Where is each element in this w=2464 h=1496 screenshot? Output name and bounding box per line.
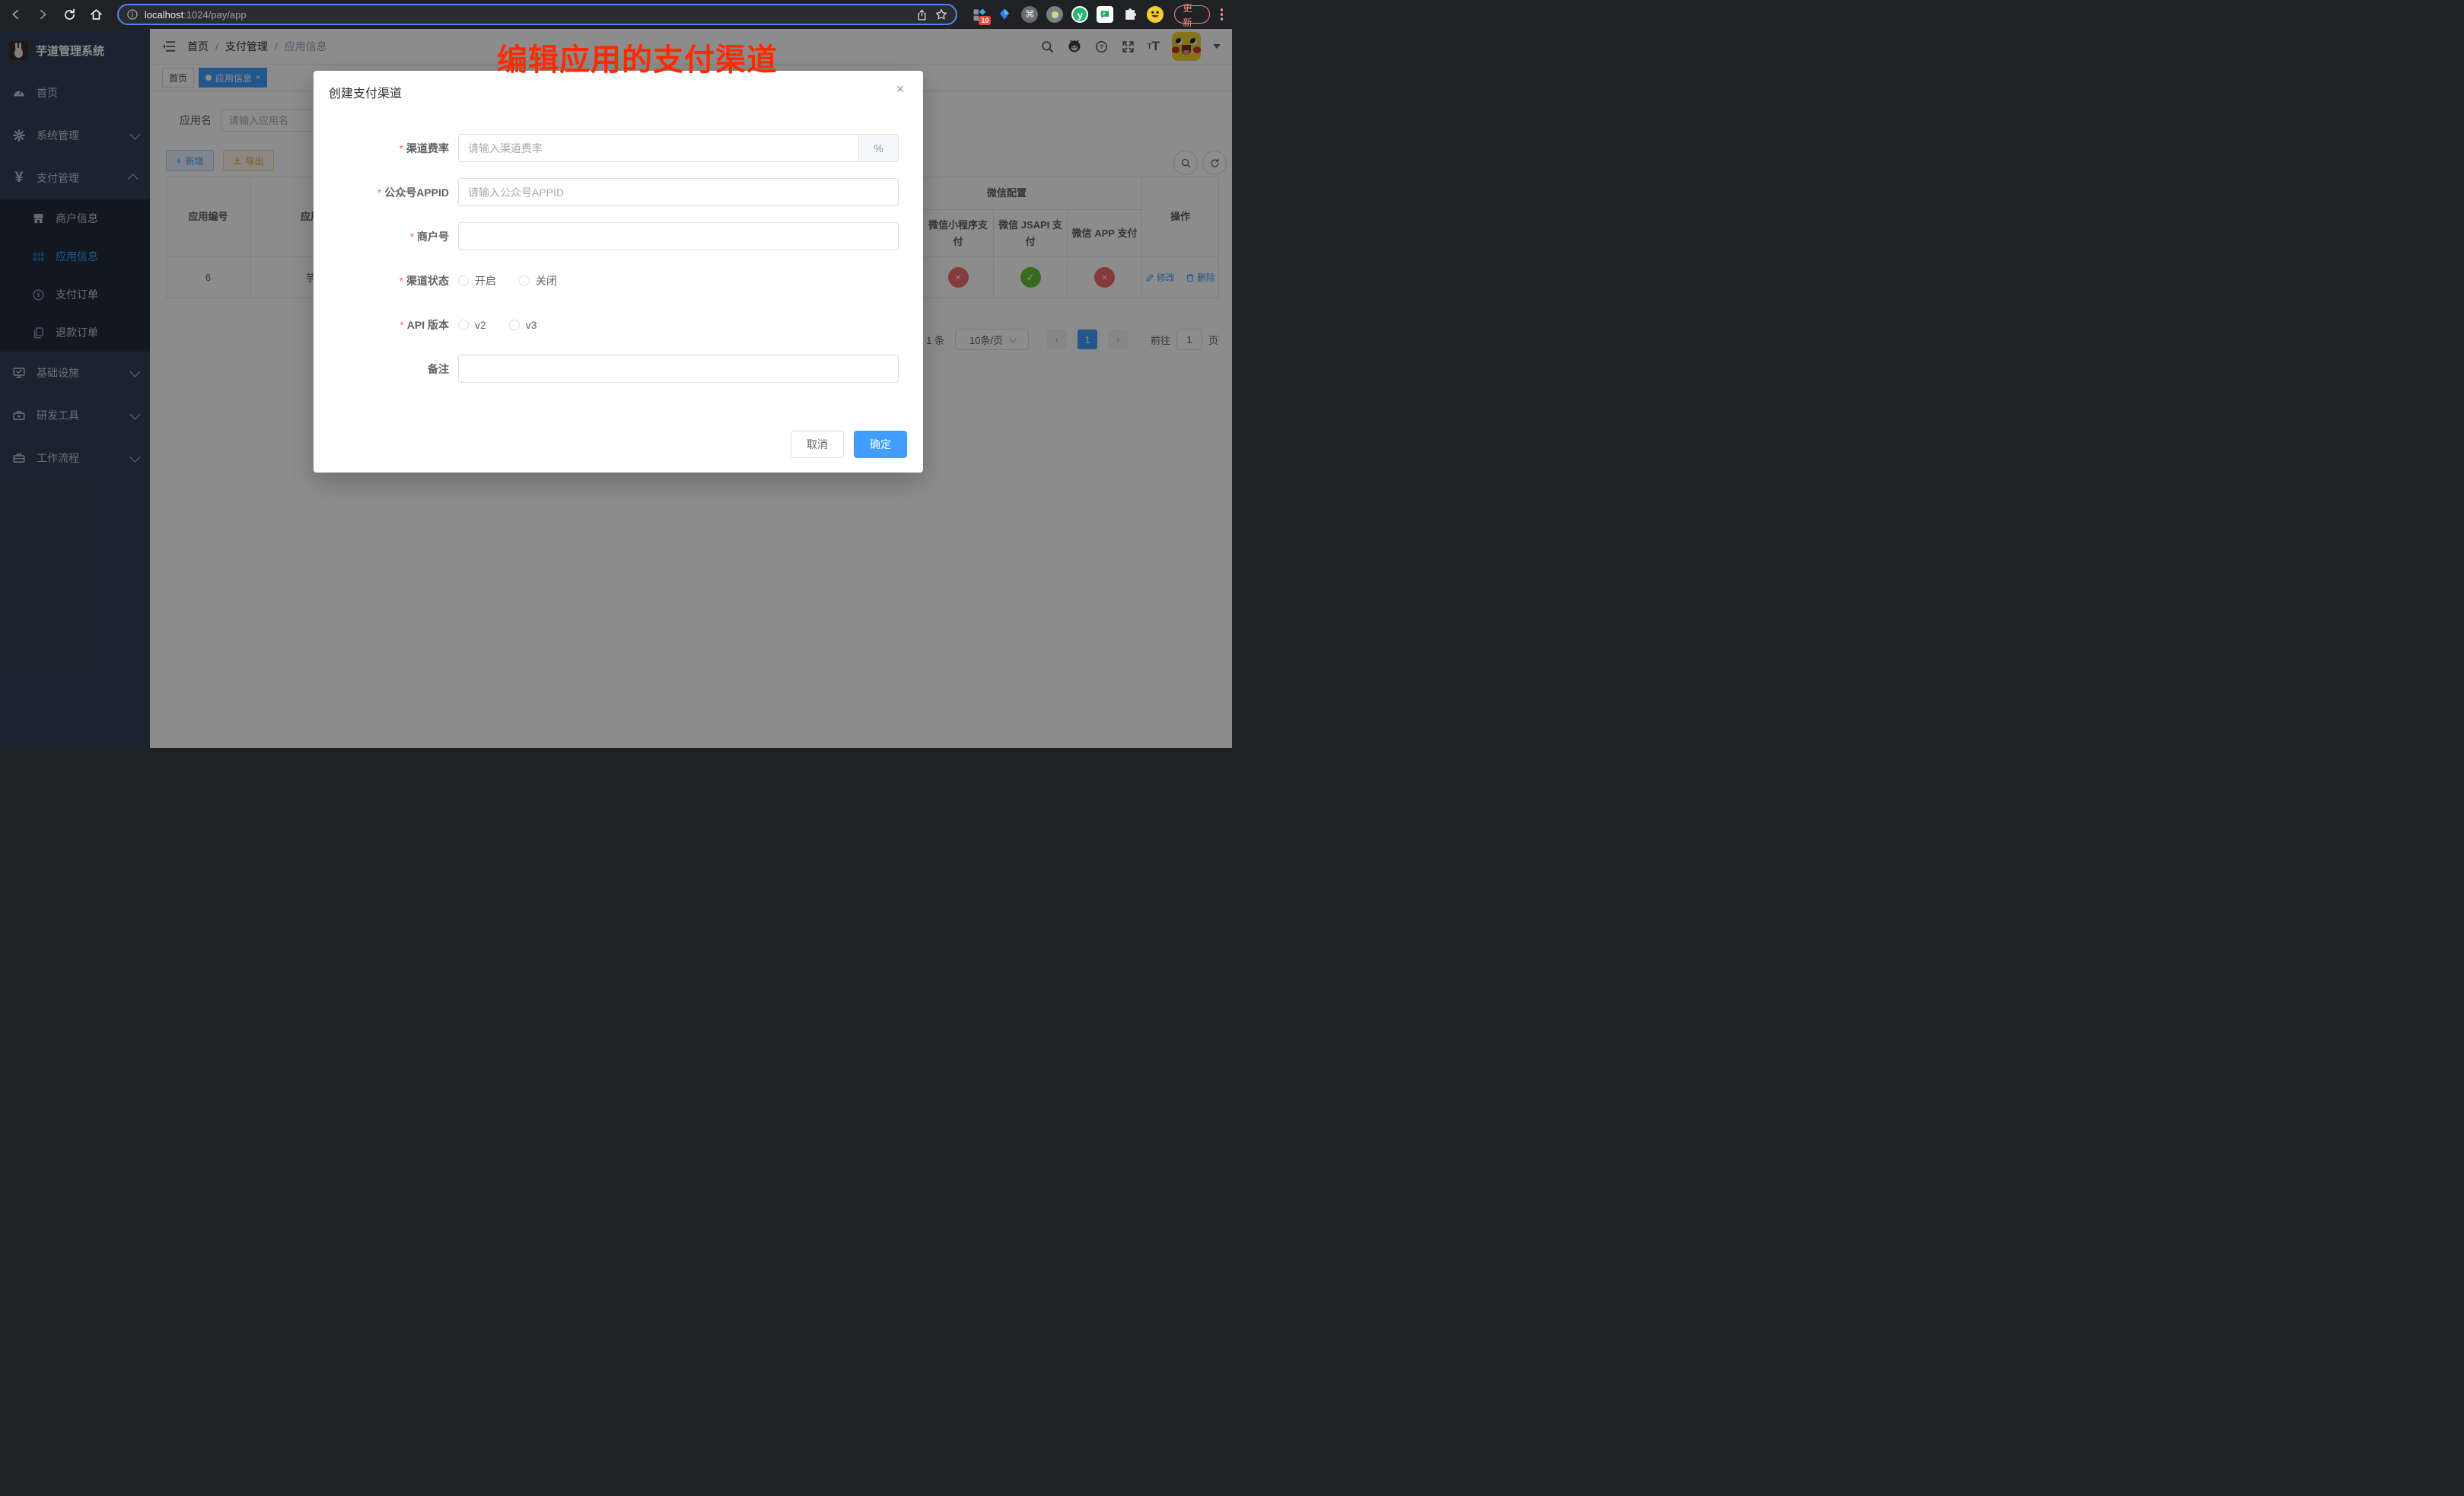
remark-input[interactable]	[458, 355, 899, 383]
extension-badge: 10	[979, 16, 991, 25]
site-info-icon[interactable]	[126, 8, 138, 21]
api-radio-v3[interactable]: v3	[509, 319, 537, 331]
kite-icon	[998, 7, 1011, 22]
dialog-footer: 取消 确定	[791, 431, 907, 458]
confirm-button[interactable]: 确定	[854, 431, 907, 458]
merchant-input[interactable]	[458, 222, 899, 250]
form-row-remark: 备注	[329, 355, 908, 383]
radio-icon	[458, 320, 469, 330]
cancel-button[interactable]: 取消	[791, 431, 844, 458]
form-row-status: 渠道状态 开启 关闭	[329, 266, 908, 294]
address-bar[interactable]: localhost:1024/pay/app	[117, 4, 958, 25]
browser-menu-button[interactable]	[1221, 8, 1224, 21]
radio-icon	[458, 275, 469, 286]
dialog-title: 创建支付渠道	[329, 83, 402, 101]
extension-recorder-icon[interactable]	[1046, 6, 1063, 23]
chat-bubble-icon	[1100, 9, 1110, 20]
browser-reload-button[interactable]	[59, 4, 80, 25]
appid-input[interactable]	[458, 178, 899, 206]
profile-avatar[interactable]	[1147, 6, 1164, 23]
rate-label: 渠道费率	[329, 141, 458, 156]
url-text: localhost:1024/pay/app	[145, 9, 247, 21]
form-row-appid: 公众号APPID	[329, 178, 908, 206]
extension-yuque-icon[interactable]: y	[1071, 6, 1088, 23]
status-radio-open[interactable]: 开启	[458, 273, 496, 288]
dialog-close-icon[interactable]: ×	[891, 80, 909, 98]
url-path: :1024/pay/app	[183, 9, 246, 21]
bookmark-star-icon[interactable]	[934, 8, 948, 21]
annotation-text: 编辑应用的支付渠道	[497, 35, 778, 79]
radio-label: v3	[526, 319, 537, 331]
browser-update-button[interactable]: 更新	[1174, 5, 1209, 24]
form-row-merchant: 商户号	[329, 222, 908, 250]
extensions-menu-button[interactable]	[1122, 6, 1138, 23]
letter-y-icon: y	[1078, 9, 1083, 21]
url-host: localhost	[145, 9, 183, 21]
rate-input[interactable]	[459, 135, 858, 161]
browser-forward-button[interactable]	[33, 4, 53, 25]
radio-label: v2	[475, 319, 486, 331]
extension-command-icon[interactable]: ⌘	[1021, 6, 1038, 23]
radio-icon	[519, 275, 530, 286]
status-radio-closed[interactable]: 关闭	[519, 273, 557, 288]
emoji-face-icon	[1147, 6, 1164, 23]
appid-label: 公众号APPID	[329, 185, 458, 200]
back-icon	[9, 8, 23, 21]
share-icon[interactable]	[915, 8, 928, 21]
api-version-label: API 版本	[329, 317, 458, 333]
green-dot-icon	[1052, 11, 1059, 18]
radio-label: 开启	[475, 273, 496, 288]
create-pay-channel-dialog: 创建支付渠道 × 渠道费率 % 公众号APPID 商户号 渠道状态	[314, 71, 923, 473]
extension-tabs-icon[interactable]: 10	[971, 6, 988, 23]
extension-kite-icon[interactable]	[996, 6, 1013, 23]
radio-icon	[509, 320, 520, 330]
dialog-form: 渠道费率 % 公众号APPID 商户号 渠道状态 开启	[329, 134, 908, 399]
extension-cluster: 10 ⌘ y	[971, 6, 1164, 23]
command-icon: ⌘	[1025, 8, 1035, 21]
browser-back-button[interactable]	[6, 4, 27, 25]
percent-suffix: %	[858, 135, 898, 161]
api-radio-v2[interactable]: v2	[458, 319, 486, 331]
form-row-api-version: API 版本 v2 v3	[329, 310, 908, 339]
form-row-rate: 渠道费率 %	[329, 134, 908, 162]
puzzle-icon	[1123, 8, 1138, 22]
reload-icon	[62, 8, 77, 22]
merchant-label: 商户号	[329, 229, 458, 244]
forward-icon	[36, 8, 49, 21]
radio-label: 关闭	[536, 273, 557, 288]
status-label: 渠道状态	[329, 273, 458, 288]
update-label: 更新	[1183, 0, 1201, 29]
extension-chat-icon[interactable]	[1097, 6, 1113, 23]
browser-toolbar: localhost:1024/pay/app 10 ⌘ y	[0, 0, 1232, 29]
home-icon	[89, 8, 103, 22]
remark-label: 备注	[329, 361, 458, 377]
browser-home-button[interactable]	[86, 4, 107, 25]
